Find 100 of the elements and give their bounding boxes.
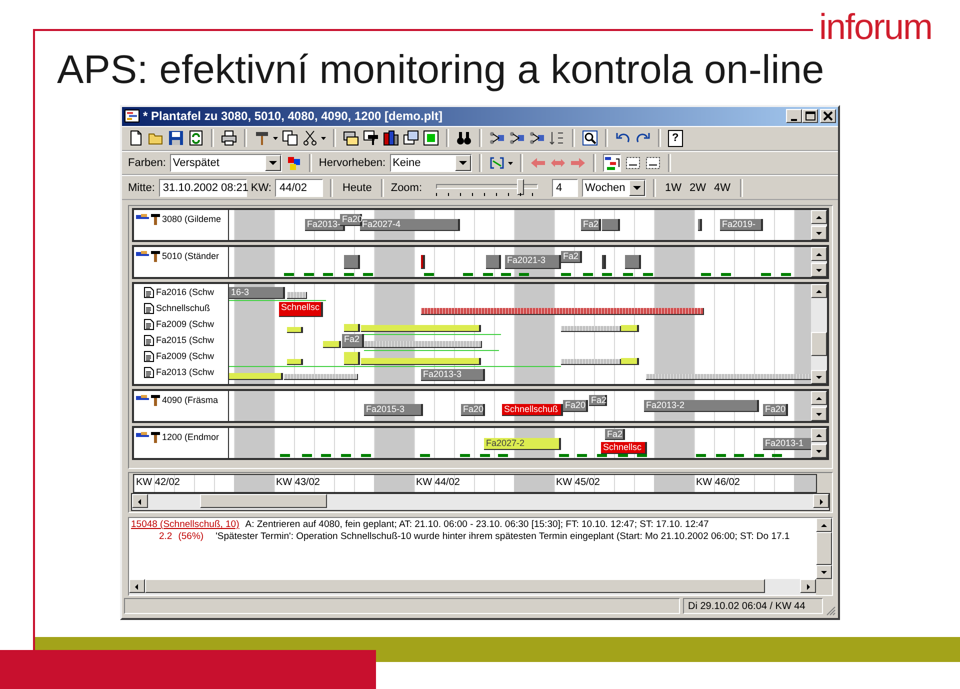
scroll-up-button[interactable] bbox=[811, 428, 827, 442]
span-button[interactable]: 1W bbox=[663, 182, 684, 194]
gantt-bar[interactable]: Fa2013-1 bbox=[763, 438, 811, 450]
refresh-icon[interactable] bbox=[188, 130, 204, 146]
date-field[interactable]: 31.10.2002 08:21 bbox=[158, 178, 247, 197]
windows-icon[interactable] bbox=[363, 130, 379, 146]
scissors-icon[interactable] bbox=[302, 130, 318, 146]
gantt-bar[interactable]: Fa20 bbox=[763, 404, 788, 416]
caret-icon[interactable] bbox=[273, 136, 278, 140]
gantt-bar[interactable]: Fa2 bbox=[342, 334, 364, 348]
span-button[interactable]: 4W bbox=[712, 182, 733, 194]
sort-icon[interactable] bbox=[549, 130, 565, 146]
network-icon[interactable] bbox=[489, 130, 505, 146]
network-icon[interactable] bbox=[509, 130, 525, 146]
scroll-thumb[interactable] bbox=[811, 332, 827, 356]
dropdown-arrow-button[interactable] bbox=[264, 155, 281, 172]
windows-icon[interactable] bbox=[343, 130, 359, 146]
scroll-right-button[interactable] bbox=[800, 579, 816, 594]
week-field[interactable]: 44/02 bbox=[275, 178, 324, 197]
magnifier-icon[interactable] bbox=[582, 130, 598, 146]
help-button[interactable]: ? bbox=[668, 130, 683, 147]
scrollbar[interactable] bbox=[811, 391, 827, 422]
scroll-up-button[interactable] bbox=[811, 210, 827, 224]
sequence-icon[interactable] bbox=[602, 154, 621, 172]
gantt-bar[interactable] bbox=[602, 219, 620, 232]
gantt-bar[interactable] bbox=[323, 341, 341, 348]
scroll-down-button[interactable] bbox=[811, 263, 827, 278]
network-icon[interactable] bbox=[529, 130, 545, 146]
order-label[interactable]: Fa2016 (Schw bbox=[156, 287, 214, 298]
gantt-bar[interactable] bbox=[344, 352, 360, 366]
scrollbar[interactable] bbox=[129, 579, 816, 596]
gantt-bar[interactable]: Fa2019- bbox=[720, 219, 763, 232]
scroll-up-button[interactable] bbox=[816, 518, 832, 532]
scroll-up-button[interactable] bbox=[811, 284, 827, 298]
square-in-frame-icon[interactable] bbox=[423, 130, 439, 146]
scroll-left-button[interactable] bbox=[129, 579, 145, 594]
scrollbar[interactable] bbox=[811, 210, 827, 240]
gantt-bar[interactable] bbox=[486, 255, 501, 270]
document-icon[interactable] bbox=[144, 286, 154, 298]
today-button[interactable]: Heute bbox=[340, 182, 374, 194]
windows-icon[interactable] bbox=[403, 130, 419, 146]
scroll-up-button[interactable] bbox=[811, 247, 827, 262]
scrollbar[interactable] bbox=[131, 492, 830, 511]
gantt-bar[interactable] bbox=[621, 358, 639, 366]
order-label[interactable]: Fa2013 (Schw bbox=[156, 367, 214, 378]
dropdown-arrow-button[interactable] bbox=[629, 180, 646, 196]
bracket-icon[interactable] bbox=[488, 155, 505, 172]
save-icon[interactable] bbox=[168, 130, 184, 146]
scroll-right-button[interactable] bbox=[813, 494, 829, 508]
windows-icon[interactable] bbox=[383, 130, 399, 146]
gantt-bar[interactable] bbox=[561, 359, 621, 366]
gantt-bar[interactable] bbox=[361, 325, 481, 332]
gantt-bar[interactable] bbox=[344, 324, 360, 332]
scroll-thumb[interactable] bbox=[200, 494, 327, 508]
order-label[interactable]: Schnellschuß bbox=[156, 303, 210, 314]
scroll-thumb[interactable] bbox=[816, 532, 832, 566]
gantt-bar[interactable]: Fa2021-3 bbox=[505, 255, 561, 270]
gantt-bar[interactable]: Fa2 bbox=[561, 251, 582, 264]
new-file-icon[interactable] bbox=[128, 130, 144, 146]
gantt-bar[interactable]: Fa20 bbox=[563, 400, 588, 412]
document-icon[interactable] bbox=[144, 350, 154, 362]
gantt-bar[interactable]: Fa2013-2 bbox=[644, 400, 759, 412]
order-label[interactable]: Fa2015 (Schw bbox=[156, 335, 214, 346]
caret-icon[interactable] bbox=[321, 136, 326, 140]
binoculars-icon[interactable] bbox=[456, 130, 472, 146]
document-icon[interactable] bbox=[144, 302, 154, 314]
print-icon[interactable] bbox=[221, 130, 237, 146]
gantt-bar[interactable] bbox=[287, 292, 307, 300]
gantt-bar[interactable]: Fa2 bbox=[605, 429, 625, 440]
colors-dropdown[interactable]: Verspätet bbox=[170, 154, 282, 172]
gantt-bar[interactable] bbox=[561, 326, 621, 332]
color-squares-icon[interactable] bbox=[286, 155, 302, 172]
document-icon[interactable] bbox=[144, 334, 154, 346]
span-button[interactable]: 2W bbox=[688, 182, 708, 194]
gantt-bar[interactable] bbox=[284, 374, 358, 380]
gantt-bar[interactable] bbox=[344, 255, 360, 270]
document-icon[interactable] bbox=[144, 318, 154, 330]
gantt-bar[interactable]: Schnellsc bbox=[601, 442, 647, 454]
gantt-bar[interactable]: Fa2 bbox=[581, 219, 601, 232]
order-label[interactable]: Fa2009 (Schw bbox=[156, 319, 214, 330]
scroll-down-button[interactable] bbox=[811, 444, 827, 458]
gantt-bar[interactable]: Fa2027-2 bbox=[484, 438, 561, 450]
gantt-bar[interactable] bbox=[361, 358, 481, 366]
scroll-thumb[interactable] bbox=[145, 579, 765, 594]
gantt-bar[interactable] bbox=[421, 255, 425, 270]
gantt-bar[interactable] bbox=[287, 327, 303, 334]
caret-icon[interactable] bbox=[508, 162, 513, 165]
scroll-down-button[interactable] bbox=[811, 407, 827, 422]
order-link[interactable]: 15048 (Schnellschuß, 10) bbox=[131, 518, 240, 531]
dashed-box-icon[interactable] bbox=[624, 155, 641, 172]
gantt-bar[interactable] bbox=[698, 219, 702, 232]
gantt-bar[interactable] bbox=[364, 341, 482, 348]
gantt-bar[interactable] bbox=[229, 373, 283, 380]
gantt-bar[interactable]: Schnellsc bbox=[279, 302, 323, 318]
gantt-bar[interactable]: Fa2015-3 bbox=[364, 404, 423, 416]
gantt-bar[interactable]: Schnellschuß bbox=[502, 404, 563, 416]
unit-dropdown[interactable]: Wochen bbox=[582, 178, 646, 197]
scrollbar[interactable] bbox=[811, 284, 827, 384]
dropdown-arrow-button[interactable] bbox=[454, 155, 471, 172]
scroll-left-button[interactable] bbox=[132, 494, 148, 508]
